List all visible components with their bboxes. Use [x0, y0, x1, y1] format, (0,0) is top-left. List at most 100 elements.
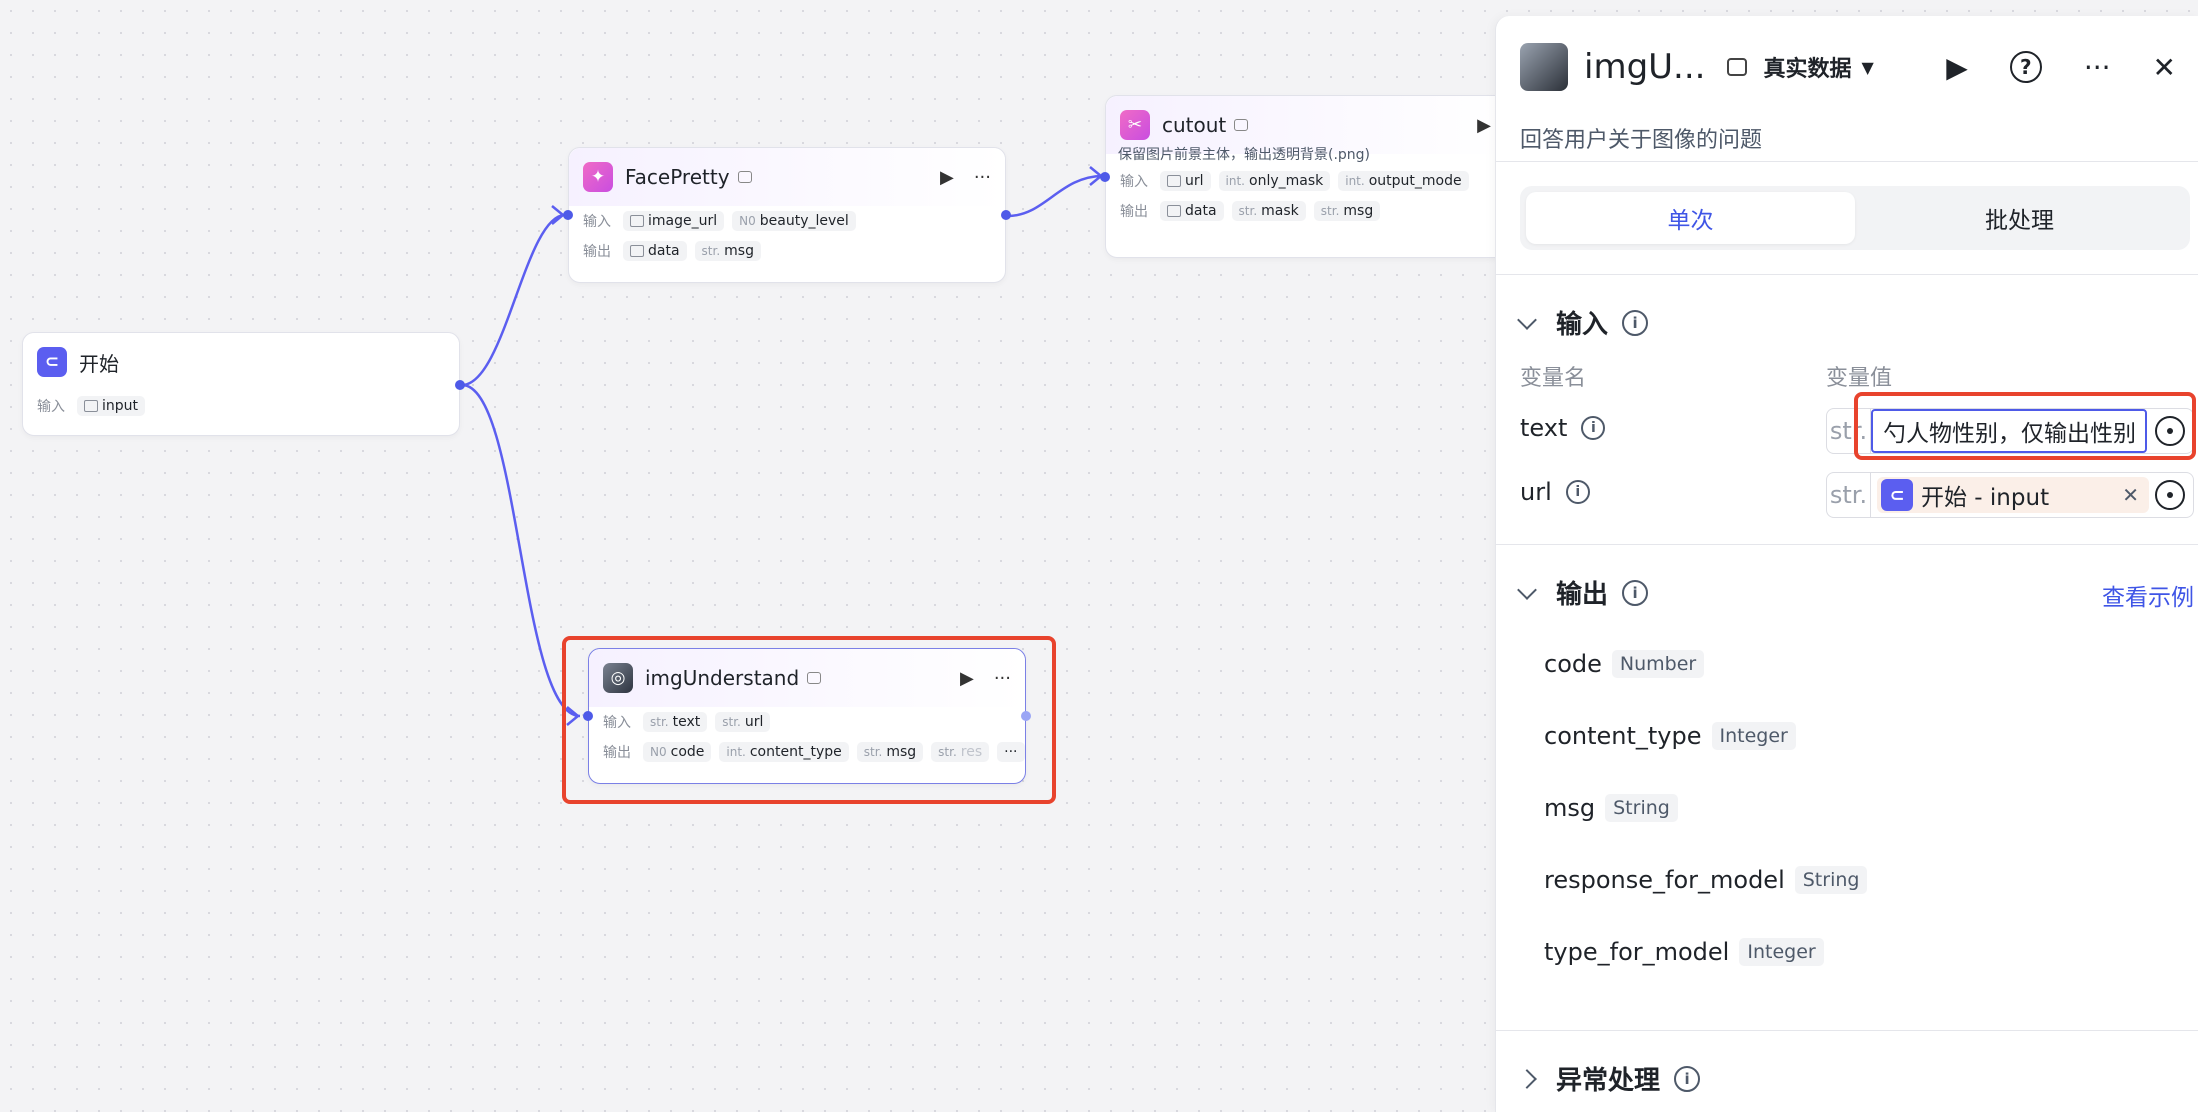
info-icon: i	[1622, 579, 1649, 606]
chevron-down-icon	[1517, 579, 1537, 600]
url-var-field[interactable]: str. ⊂ 开始 - input ✕	[1826, 472, 2194, 518]
output-label: 输出	[1120, 204, 1148, 220]
clear-icon[interactable]: ✕	[2122, 483, 2139, 507]
input-label: 输入	[583, 214, 611, 230]
edge-facepretty-cutout	[1007, 174, 1104, 218]
store-icon	[807, 672, 822, 684]
more-icon[interactable]: ···	[994, 668, 1011, 689]
start-node[interactable]: ⊂ 开始 输入 input	[22, 332, 465, 436]
param-pill: str. url	[715, 712, 771, 732]
store-icon	[737, 171, 752, 183]
param-pill: str. mask	[1231, 201, 1306, 221]
variable-picker-icon[interactable]	[2155, 480, 2185, 510]
cutout-description: 保留图片前景主体，输出透明背景(.png)	[1118, 147, 1371, 163]
chevron-right-icon	[1517, 1068, 1537, 1089]
output-item: msg String	[1544, 794, 1678, 822]
param-pill: N0 code	[643, 742, 712, 762]
run-icon[interactable]: ▶	[1477, 115, 1491, 136]
tab-batch[interactable]: 批处理	[1855, 192, 2184, 244]
info-icon: i	[1581, 416, 1606, 440]
more-outputs-button[interactable]: ···	[997, 742, 1025, 762]
output-item: type_for_model Integer	[1544, 938, 1824, 966]
panel-description: 回答用户关于图像的问题	[1520, 128, 1763, 153]
info-icon: i	[1565, 480, 1590, 504]
node-avatar	[1520, 43, 1568, 91]
reference-chip[interactable]: ⊂ 开始 - input ✕	[1877, 477, 2149, 513]
param-pill: str. msg	[694, 241, 761, 261]
view-example-link[interactable]: 查看示例	[2102, 578, 2194, 612]
run-icon[interactable]: ▶	[960, 668, 974, 689]
imgunderstand-output-port[interactable]	[1021, 711, 1031, 721]
output-label: 输出	[583, 244, 611, 260]
start-input-label: 输入	[37, 399, 65, 415]
imgunderstand-input-port[interactable]	[583, 711, 593, 721]
start-input-pill: input	[77, 396, 146, 416]
facepretty-node[interactable]: ✦ FacePretty ▶ ··· 输入 image_url N0 beauty…	[563, 147, 1011, 283]
chevron-down-icon[interactable]: ▼	[1861, 58, 1873, 77]
start-icon: ⊂	[37, 347, 67, 377]
cutout-icon: ✂	[1120, 110, 1150, 140]
run-mode-tabs: 单次 批处理	[1520, 186, 2190, 250]
reference-text: 开始 - input	[1921, 485, 2050, 511]
info-icon: i	[1674, 1065, 1701, 1092]
col-var-value: 变量值	[1826, 366, 1893, 391]
store-icon	[1727, 58, 1748, 76]
more-icon[interactable]: ···	[974, 167, 991, 188]
help-icon[interactable]: ?	[2009, 51, 2042, 83]
param-pill: image_url	[623, 211, 725, 231]
imgunderstand-title: imgUnderstand	[645, 666, 800, 690]
store-icon	[1234, 119, 1249, 131]
param-pill: N0 beauty_level	[732, 211, 856, 231]
edge-start-facepretty	[461, 213, 566, 387]
param-pill: data	[1160, 201, 1224, 221]
input-label: 输入	[1120, 174, 1148, 190]
output-item: code Number	[1544, 650, 1705, 678]
param-pill: int. output_mode	[1338, 171, 1469, 191]
panel-title: imgU...	[1584, 47, 1706, 87]
var-type: str.	[1827, 473, 1871, 517]
chevron-down-icon	[1517, 309, 1537, 330]
more-icon[interactable]: ···	[2084, 51, 2111, 84]
run-icon[interactable]: ▶	[1946, 51, 1968, 84]
param-pill: str. msg	[856, 742, 924, 762]
error-section-header[interactable]: 异常处理 i	[1517, 1060, 1701, 1097]
facepretty-icon: ✦	[583, 162, 613, 192]
cutout-title: cutout	[1162, 113, 1227, 137]
param-pill: str. text	[643, 712, 708, 732]
image-icon	[84, 400, 98, 412]
cutout-node[interactable]: ✂ cutout ▶ 保留图片前景主体，输出透明背景(.png) 输入 url …	[1100, 95, 1505, 258]
cutout-input-port[interactable]	[1100, 172, 1110, 182]
start-icon: ⊂	[1881, 479, 1913, 511]
image-icon	[1167, 205, 1181, 217]
param-pill: url	[1160, 171, 1211, 191]
imgunderstand-node[interactable]: ◎ imgUnderstand ▶ ··· 输入 str. text str. ur…	[583, 648, 1031, 784]
image-icon	[630, 245, 644, 257]
facepretty-output-port[interactable]	[1001, 210, 1011, 220]
input-section-header[interactable]: 输入 i	[1517, 304, 1649, 341]
data-mode-select[interactable]: 真实数据	[1763, 51, 1851, 83]
close-icon[interactable]: ✕	[2153, 51, 2176, 84]
run-icon[interactable]: ▶	[940, 167, 954, 188]
imgunderstand-icon: ◎	[603, 663, 633, 693]
var-name-text: text i	[1520, 414, 1606, 442]
facepretty-title: FacePretty	[625, 165, 730, 189]
start-output-port[interactable]	[455, 380, 465, 390]
info-icon: i	[1622, 309, 1649, 336]
param-pill: int. content_type	[719, 742, 849, 762]
panel-header: imgU... 真实数据 ▼ ▶ ? ··· ✕	[1520, 42, 2198, 92]
param-pill: data	[623, 241, 687, 261]
output-label: 输出	[603, 745, 631, 761]
output-section-header[interactable]: 输出 i	[1517, 574, 1649, 611]
image-icon	[630, 215, 644, 227]
facepretty-input-port[interactable]	[563, 210, 573, 220]
input-highlight	[1854, 392, 2196, 460]
col-var-name: 变量名	[1520, 366, 1587, 391]
param-pill: str. msg	[1313, 201, 1381, 221]
node-detail-panel: imgU... 真实数据 ▼ ▶ ? ··· ✕ 回答用户关于图像的问题 单次 …	[1495, 16, 2198, 1112]
input-label: 输入	[603, 715, 631, 731]
var-name-url: url i	[1520, 478, 1590, 506]
output-item: response_for_model String	[1544, 866, 1868, 894]
param-pill: int. only_mask	[1218, 171, 1331, 191]
image-icon	[1167, 175, 1181, 187]
tab-single[interactable]: 单次	[1526, 192, 1855, 244]
